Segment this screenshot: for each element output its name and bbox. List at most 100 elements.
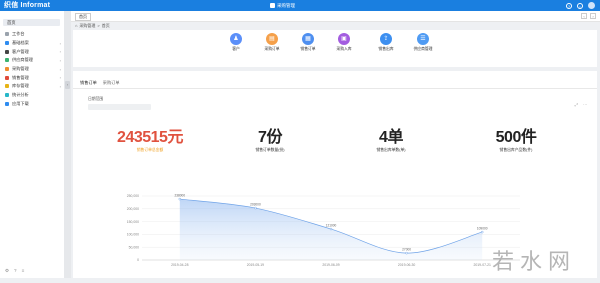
sidebar-item[interactable]: 工作台	[0, 30, 64, 39]
collapse-handle-icon[interactable]: ‹	[65, 81, 70, 89]
truck-icon	[5, 58, 9, 63]
sidebar-item-label: 采购管理	[12, 66, 29, 72]
help-icon[interactable]: ?	[14, 268, 17, 274]
y-tick-label: 200,000	[127, 207, 139, 211]
sidebar-item[interactable]: 客户管理 ›	[0, 47, 64, 56]
sidebar-item-label: 应用下载	[12, 100, 29, 106]
workbench-icon	[5, 32, 9, 37]
sidebar-item-label: 基础档案	[12, 40, 29, 46]
chevron-right-icon: ›	[59, 57, 61, 63]
sidebar-item-label: 供应商管理	[12, 57, 33, 63]
tab-bar: 首页 ‹ ›	[71, 11, 600, 22]
data-label: 203000	[250, 203, 261, 207]
tab-prev-icon[interactable]: ‹	[581, 13, 587, 19]
header-actions: ? •	[566, 2, 595, 9]
sidebar-item[interactable]: 销售管理 ›	[0, 73, 64, 82]
sidebar-item[interactable]: 基础档案 ›	[0, 39, 64, 48]
breadcrumb-root[interactable]: 采购管理	[79, 22, 95, 29]
breadcrumb-separator: >	[97, 23, 100, 28]
quick-link[interactable]: ▦ 销售订单	[293, 33, 323, 52]
stat-label: 销售订单总金额	[136, 148, 164, 152]
sidebar-item-label: 客户管理	[12, 48, 29, 54]
x-tick-label: 2019-04-28	[171, 263, 188, 267]
top-header: 织信 Informat 采购管理 ? •	[0, 0, 600, 11]
y-tick-label: 50,000	[129, 245, 139, 249]
quick-link-label: 采购订单	[264, 47, 280, 51]
sidebar-item[interactable]: 采购管理 ›	[0, 65, 64, 74]
report-tools: ⤢ ⋯	[575, 102, 587, 107]
app-logo[interactable]: 织信 Informat	[4, 0, 50, 11]
stock-in-icon: ▣	[338, 33, 350, 45]
chevron-right-icon: ›	[59, 83, 61, 89]
chevron-right-icon: ›	[59, 49, 61, 55]
bell-icon[interactable]: •	[577, 2, 583, 9]
sidebar-item-label: 工作台	[12, 31, 25, 37]
quick-link-label: 采购入库	[336, 47, 352, 51]
tab-home[interactable]: 首页	[75, 13, 91, 21]
avatar[interactable]	[588, 2, 595, 9]
quick-link-label: 销售订单	[300, 47, 316, 51]
stat-value: 500件	[495, 129, 537, 146]
sidebar-item-label: 销售管理	[12, 74, 29, 80]
folder-icon	[5, 41, 9, 46]
x-tick-label: 2019-06-30	[398, 263, 415, 267]
app-title[interactable]: 采购管理	[270, 0, 295, 11]
customer-icon: ♟	[230, 33, 242, 45]
menu-icon[interactable]: ≡	[22, 268, 25, 274]
cart-icon	[5, 67, 9, 72]
settings-icon[interactable]: ⚙	[5, 268, 9, 274]
sidebar-item[interactable]: 供应商管理 ›	[0, 56, 64, 65]
data-label: 238000	[174, 194, 185, 198]
date-range-input[interactable]	[88, 104, 151, 110]
sidebar-collapse-bar[interactable]: ‹	[64, 11, 71, 278]
sidebar-item-label: 统计分析	[12, 92, 29, 98]
stat-value: 243515元	[117, 129, 183, 146]
quick-link-label: 客户	[232, 47, 240, 51]
stock-out-icon: ⇪	[380, 33, 392, 45]
data-label: 109000	[477, 227, 488, 231]
y-tick-label: 100,000	[127, 233, 139, 237]
fullscreen-icon[interactable]: ⤢	[575, 102, 578, 107]
quick-link-label: 供应商管理	[413, 47, 433, 51]
x-tick-label: 2019-05-19	[247, 263, 264, 267]
sidebar-footer: ⚙? ≡	[5, 268, 24, 274]
quick-link[interactable]: ▤ 采购订单	[257, 33, 287, 52]
stat-value: 7份	[258, 129, 282, 146]
sidebar-item[interactable]: 库存管理 ›	[0, 82, 64, 91]
purchase-order-icon: ▤	[266, 33, 278, 45]
sidebar-item-label: 库存管理	[12, 83, 29, 89]
quick-link[interactable]: ▣ 采购入库	[329, 33, 359, 52]
sidebar-item[interactable]: 应用下载	[0, 100, 64, 109]
supplier-icon: ☰	[417, 33, 429, 45]
quick-link[interactable]: ☰ 供应商管理	[408, 33, 438, 52]
data-label: 121000	[326, 224, 337, 228]
stat-outbound-count: 4单 销售出库单数(单)	[336, 129, 446, 153]
stat-product-count: 500件 销售出库产品数(件)	[461, 129, 571, 153]
app-title-text: 采购管理	[277, 3, 295, 8]
chevron-right-icon: ›	[59, 40, 61, 46]
box-icon	[5, 84, 9, 89]
help-icon[interactable]: ?	[566, 2, 572, 9]
more-icon[interactable]: ⋯	[583, 102, 587, 107]
home-icon[interactable]: ⌂	[75, 22, 77, 29]
download-icon	[5, 101, 9, 106]
watermark: 若水网	[492, 250, 577, 275]
sidebar-item-home[interactable]: 首页	[3, 19, 60, 26]
sale-icon	[5, 75, 9, 80]
data-point	[480, 230, 484, 234]
sales-trend-chart: 0 50,000 100,000 150,000 200,000 250,000 2019-…	[120, 185, 540, 278]
quick-link-label: 销售出库	[378, 47, 394, 51]
tab-tools: ‹ ›	[581, 13, 596, 19]
x-tick-label: 2019-07-21	[474, 263, 491, 267]
sidebar-item[interactable]: 统计分析	[0, 91, 64, 100]
data-label: 27000	[402, 248, 411, 252]
quick-link[interactable]: ⇪ 销售出库	[371, 33, 401, 52]
y-tick-label: 0	[137, 258, 139, 262]
stat-order-count: 7份 销售订单数量(份)	[215, 129, 325, 153]
app-icon	[270, 3, 275, 8]
chevron-right-icon: ›	[59, 66, 61, 72]
tab-next-icon[interactable]: ›	[590, 13, 596, 19]
y-tick-label: 150,000	[127, 220, 139, 224]
data-point	[178, 197, 182, 201]
quick-link[interactable]: ♟ 客户	[221, 33, 251, 52]
